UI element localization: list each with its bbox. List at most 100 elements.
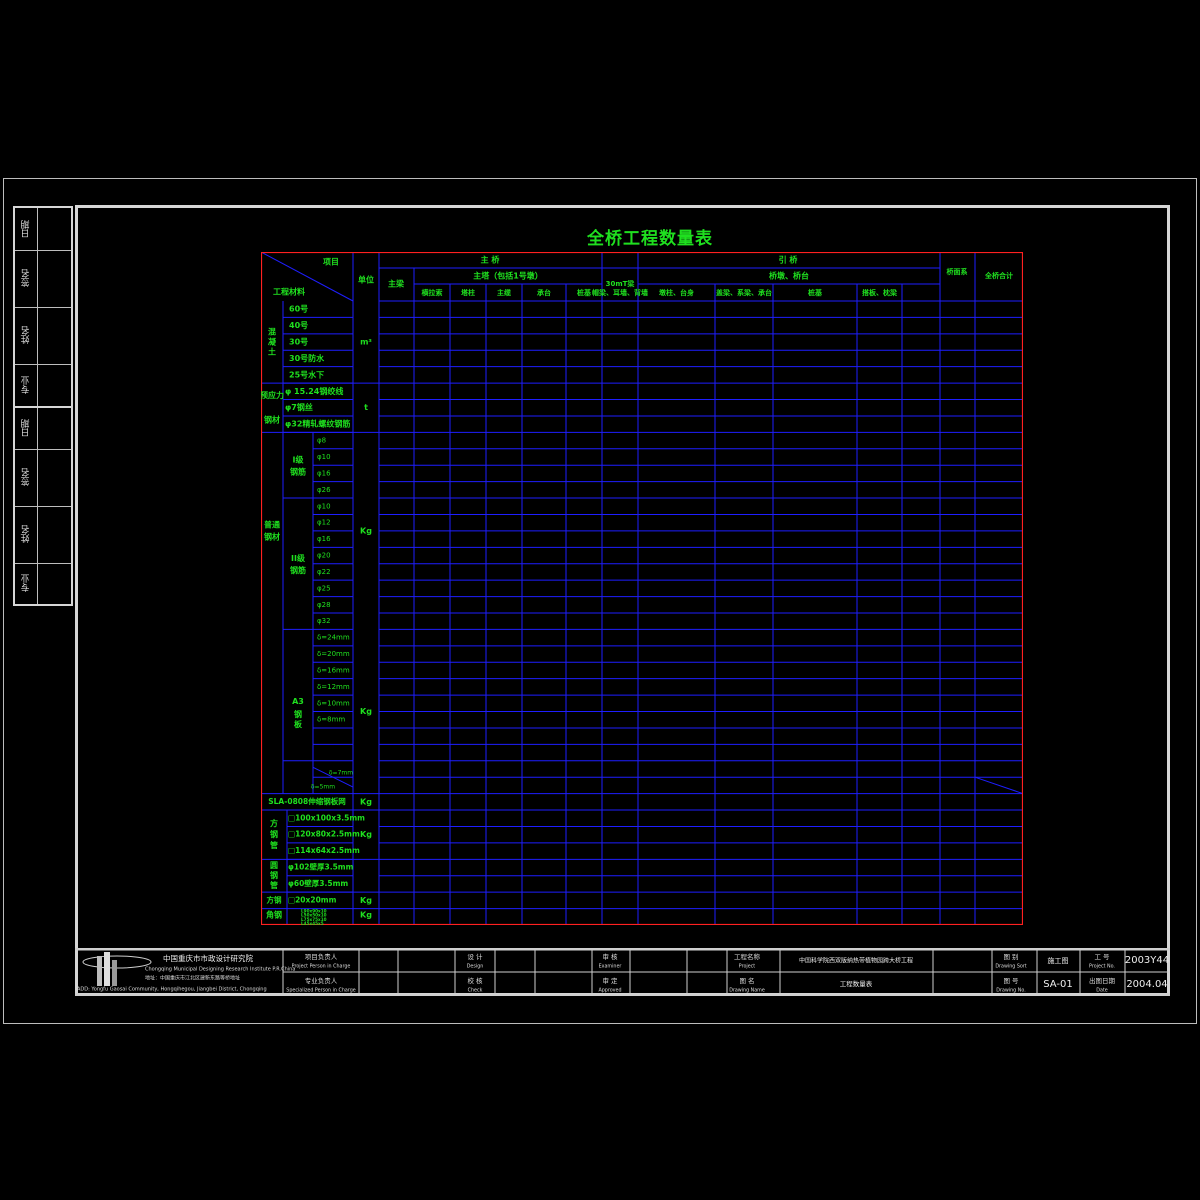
- table-border: [261, 252, 1023, 925]
- sidebar-cell: 签名: [21, 468, 32, 487]
- main-beam-header: 主梁: [388, 279, 405, 289]
- examiner-cn: 审 核: [602, 952, 618, 961]
- total-header: 全桥合计: [984, 271, 1013, 280]
- rebar-label: 普通: [264, 519, 280, 529]
- date-label-en: Date: [1096, 988, 1108, 994]
- sidebar-cell: 专业: [21, 376, 32, 394]
- plate-item: δ=24mm: [317, 634, 350, 642]
- approved-en: Approved: [598, 988, 621, 994]
- check-cn: 校 核: [467, 976, 483, 985]
- prestress-unit: t: [364, 403, 368, 412]
- grade2-item: φ28: [317, 601, 331, 609]
- plate-item: δ=12mm: [317, 683, 350, 691]
- plate-item: δ=8mm: [317, 716, 345, 724]
- square-steel-unit: Kg: [360, 896, 372, 905]
- project-name-value: 中国科学院西双版纳热带植物园跨大桥工程: [799, 957, 913, 965]
- sidebar-cell: 日期: [21, 419, 32, 437]
- grade2-label: 钢筋: [290, 565, 306, 575]
- project-head-en: Project Person in Charge: [292, 964, 351, 970]
- grade1-label: I级: [293, 455, 305, 465]
- company-address-cn: 地址：中国重庆市江北区建新东路等桥地址: [145, 975, 240, 982]
- design-cn: 设 计: [467, 952, 483, 961]
- tower-sub-header: 塔柱: [461, 288, 475, 297]
- grade2-item: φ22: [317, 568, 331, 576]
- design-en: Design: [467, 964, 484, 970]
- round-tube-item: φ60壁厚3.5mm: [288, 878, 348, 888]
- concrete-label: 凝: [268, 337, 277, 347]
- table-grid: [261, 252, 1023, 925]
- drawing-no-label-en: Drawing No.: [996, 988, 1025, 994]
- drawing-sort-label-en: Drawing Sort: [995, 964, 1026, 970]
- concrete-item: 60号: [289, 305, 308, 314]
- angle-unit: Kg: [360, 910, 372, 919]
- project-no-label-en: Project No.: [1089, 964, 1115, 970]
- bridge-deck-header: 桥面系: [947, 267, 968, 276]
- date-label-cn: 出图日期: [1089, 976, 1116, 985]
- signature-sidebar: 日期 签名 姓名 专业 日期 签名 姓名 专业: [13, 206, 73, 606]
- concrete-label: 混: [268, 327, 276, 337]
- plate-unit: Kg: [360, 707, 372, 716]
- prestress-label: 钢材: [264, 415, 280, 425]
- square-tube-label: 方: [270, 818, 278, 828]
- corner-bottom-label: 工程材料: [273, 287, 305, 297]
- project-no-value: 2003Y44: [1125, 955, 1169, 966]
- concrete-item: 30号: [289, 338, 308, 347]
- joint-item: SLA-0808伸缩钢板网: [268, 796, 346, 806]
- round-tube-label: 圆: [270, 861, 278, 870]
- project-name-label-en: Project: [739, 964, 756, 970]
- round-tube-item: φ102壁厚3.5mm: [288, 862, 354, 872]
- grade1-item: φ10: [317, 453, 331, 461]
- date-value: 2004.04: [1126, 979, 1167, 990]
- drawing-no-label-cn: 图 号: [1003, 977, 1019, 985]
- pier-sub-header: 帽梁、耳墙、背墙: [592, 288, 648, 297]
- pier-sub-header: 盖梁、系梁、承台: [716, 288, 772, 297]
- square-tube-item: □100x100x3.5mm: [288, 813, 365, 822]
- prestress-label: 预应力: [261, 390, 284, 400]
- grade2-item: φ20: [317, 552, 331, 560]
- pier-sub-header: 墩柱、台身: [659, 288, 694, 297]
- pier-sub-header: 桩基: [808, 288, 823, 297]
- round-tube-label: 钢: [270, 870, 278, 880]
- plate-label: 钢: [294, 709, 302, 719]
- concrete-label: 土: [268, 347, 276, 357]
- spec-head-en: Specialized Person in Charge: [286, 988, 355, 994]
- plate-item: δ=20mm: [317, 650, 350, 658]
- company-name-en: Chongqing Municipal Designing Research I…: [145, 967, 295, 973]
- grade2-label: II级: [291, 553, 306, 563]
- drawing-sort-value: 施工图: [1048, 956, 1069, 965]
- grade1-item: φ8: [317, 437, 326, 445]
- concrete-unit: m³: [360, 338, 372, 347]
- company-name-cn: 中国重庆市市政设计研究院: [163, 953, 253, 963]
- prestress-item: φ7钢丝: [285, 402, 313, 412]
- plate-diag-b: δ=5mm: [311, 784, 335, 791]
- grade2-item: φ10: [317, 502, 331, 510]
- drawing-name-value: 工程数量表: [840, 979, 873, 988]
- title-block-labels: 中国重庆市市政设计研究院 Chongqing Municipal Designin…: [77, 952, 1169, 994]
- pier-sub-header: 搭板、枕梁: [862, 288, 898, 297]
- concrete-item: 25号水下: [289, 369, 324, 379]
- table-labels: 项目工程材料 单位 主 桥主梁 主塔（包括1号墩） 横拉索 塔柱 主缆 承台 桩基 引 桥 30mT…: [261, 255, 1013, 926]
- unit-header: 单位: [358, 275, 374, 285]
- tower-sub-header: 主缆: [497, 288, 511, 297]
- grade1-item: φ16: [317, 469, 331, 477]
- concrete-item: 40号: [289, 321, 308, 330]
- examiner-en: Examiner: [599, 964, 622, 970]
- corner-top-label: 项目: [323, 258, 339, 267]
- plate-diag-a: δ=7mm: [329, 770, 353, 777]
- drawing-name-label-en: Drawing Name: [729, 988, 765, 994]
- plate-item: δ=16mm: [317, 666, 350, 674]
- rebar-label: 钢材: [264, 531, 280, 541]
- square-tube-label: 管: [270, 840, 278, 850]
- title-block: 中国重庆市市政设计研究院 Chongqing Municipal Designin…: [75, 948, 1170, 996]
- grade1-item: φ26: [317, 486, 331, 494]
- sidebar-cell: 日期: [21, 220, 32, 238]
- plate-item: δ=10mm: [317, 699, 350, 707]
- check-en: Check: [468, 988, 483, 994]
- main-tower-header: 主塔（包括1号墩）: [473, 271, 543, 281]
- quantity-table: 项目工程材料 单位 主 桥主梁 主塔（包括1号墩） 横拉索 塔柱 主缆 承台 桩基 引 桥 30mT…: [261, 252, 1023, 925]
- angle-item: L45x45x5: [301, 921, 324, 925]
- drawing-name-label-cn: 图 名: [739, 976, 754, 985]
- tower-sub-header: 桩基: [577, 288, 592, 297]
- project-no-label-cn: 工 号: [1094, 953, 1110, 961]
- project-head-cn: 项目负责人: [305, 952, 338, 961]
